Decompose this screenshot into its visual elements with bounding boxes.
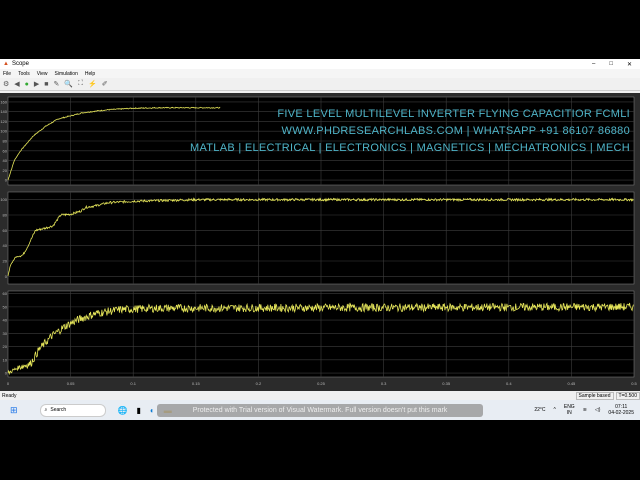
x-tick-label: 0.45: [568, 381, 577, 386]
settings-icon[interactable]: ⚙: [3, 80, 9, 88]
x-tick-label: 0: [7, 381, 10, 386]
y-tick-label: 30: [3, 331, 8, 336]
menu-simulation[interactable]: Simulation: [55, 71, 78, 77]
wifi-icon[interactable]: ≋: [583, 407, 587, 413]
menu-bar: File Tools View Simulation Help: [0, 69, 640, 78]
overlay-line-1: FIVE LEVEL MULTILEVEL INVERTER FLYING CA…: [277, 108, 630, 120]
y-tick-label: 50: [3, 304, 8, 309]
step-forward-icon[interactable]: ▶: [34, 80, 39, 88]
widgets-icon[interactable]: 🌐: [118, 406, 128, 415]
y-tick-label: 40: [3, 158, 8, 163]
close-button[interactable]: ✕: [627, 61, 632, 68]
scope-display: 0 20 40 60 80 100 120 140 160 0 20 40 60 80 100 0 10 20 30…: [0, 93, 640, 391]
status-text: Ready: [2, 392, 17, 399]
y-tick-label: 60: [3, 228, 8, 233]
matlab-icon: ▲: [3, 61, 9, 67]
toolbar: ⚙ ◀ ● ▶ ■ ✎ 🔍 ⛶ ⚡ ✐: [0, 78, 640, 91]
edge-icon[interactable]: ◐: [150, 406, 155, 415]
x-tick-label: 0.05: [67, 381, 76, 386]
x-tick-label: 0.4: [506, 381, 512, 386]
menu-help[interactable]: Help: [85, 71, 95, 77]
autoscale-icon[interactable]: ⛶: [78, 80, 83, 88]
sim-time: T=0.500: [615, 391, 640, 400]
clock-date: 04-02-2025: [608, 410, 634, 416]
x-tick-label: 0.1: [130, 381, 136, 386]
y-tick-label: 100: [0, 129, 7, 134]
stop-icon[interactable]: ■: [44, 81, 48, 88]
x-tick-label: 0.25: [317, 381, 326, 386]
clock[interactable]: 07:11 04-02-2025: [608, 404, 634, 416]
language[interactable]: ENG IN: [564, 404, 575, 416]
search-icon: ⌕: [44, 407, 48, 413]
run-icon[interactable]: ●: [25, 81, 29, 88]
y-tick-label: 40: [3, 243, 8, 248]
maximize-button[interactable]: □: [609, 61, 613, 68]
overlay-line-2: WWW.PHDRESEARCHLABS.COM | WHATSAPP +91 8…: [281, 125, 630, 137]
region-label: IN: [566, 410, 572, 416]
y-tick-label: 60: [3, 148, 8, 153]
y-tick-label: 10: [3, 357, 8, 362]
y-tick-label: 40: [3, 318, 8, 323]
watermark-banner: Protected with Trial version of Visual W…: [157, 404, 483, 417]
y-tick-label: 60: [3, 291, 8, 296]
y-tick-label: 160: [0, 99, 7, 104]
scope-plots: 0 20 40 60 80 100 120 140 160 0 20 40 60 80 100 0 10 20 30…: [0, 96, 638, 386]
title-bar: ▲ Scope – □ ✕: [0, 59, 640, 69]
step-back-icon[interactable]: ◀: [14, 80, 19, 88]
highlight-icon[interactable]: ✎: [54, 80, 60, 88]
x-tick-label: 0.5: [631, 381, 637, 386]
y-tick-label: 80: [3, 213, 8, 218]
window-title: Scope: [11, 61, 29, 67]
y-tick-label: 120: [0, 119, 7, 124]
x-tick-label: 0.15: [192, 381, 201, 386]
y-tick-label: 0: [5, 371, 8, 376]
overlay-line-3: MATLAB | ELECTRICAL | ELECTRONICS | MAGN…: [189, 142, 630, 154]
search-box[interactable]: ⌕ Search: [39, 403, 106, 417]
y-tick-label: 100: [0, 197, 7, 202]
menu-view[interactable]: View: [37, 71, 48, 77]
y-tick-label: 0: [5, 178, 8, 183]
y-tick-label: 20: [3, 168, 8, 173]
triggers-icon[interactable]: ⚡: [88, 80, 97, 88]
weather[interactable]: 22°C: [534, 407, 545, 413]
x-tick-label: 0.3: [381, 381, 387, 386]
y-tick-label: 80: [3, 139, 8, 144]
menu-file[interactable]: File: [3, 71, 11, 77]
x-tick-label: 0.2: [256, 381, 262, 386]
tray-chevron-icon[interactable]: ^: [554, 407, 556, 413]
zoom-icon[interactable]: 🔍: [64, 80, 73, 88]
y-tick-label: 20: [3, 259, 8, 264]
volume-icon[interactable]: ◁): [595, 407, 601, 413]
y-tick-label: 20: [3, 344, 8, 349]
search-label: Search: [50, 407, 67, 413]
y-tick-label: 0: [5, 274, 8, 279]
start-icon[interactable]: ⊞: [10, 405, 18, 416]
minimize-button[interactable]: –: [592, 61, 595, 68]
sample-mode: Sample based: [575, 391, 614, 400]
x-tick-label: 0.35: [442, 381, 451, 386]
menu-tools[interactable]: Tools: [18, 71, 30, 77]
status-bar: Ready Sample based T=0.500: [0, 391, 640, 400]
measurements-icon[interactable]: ✐: [102, 80, 108, 88]
y-tick-label: 140: [0, 109, 7, 114]
taskview-icon[interactable]: ▮: [137, 406, 141, 415]
